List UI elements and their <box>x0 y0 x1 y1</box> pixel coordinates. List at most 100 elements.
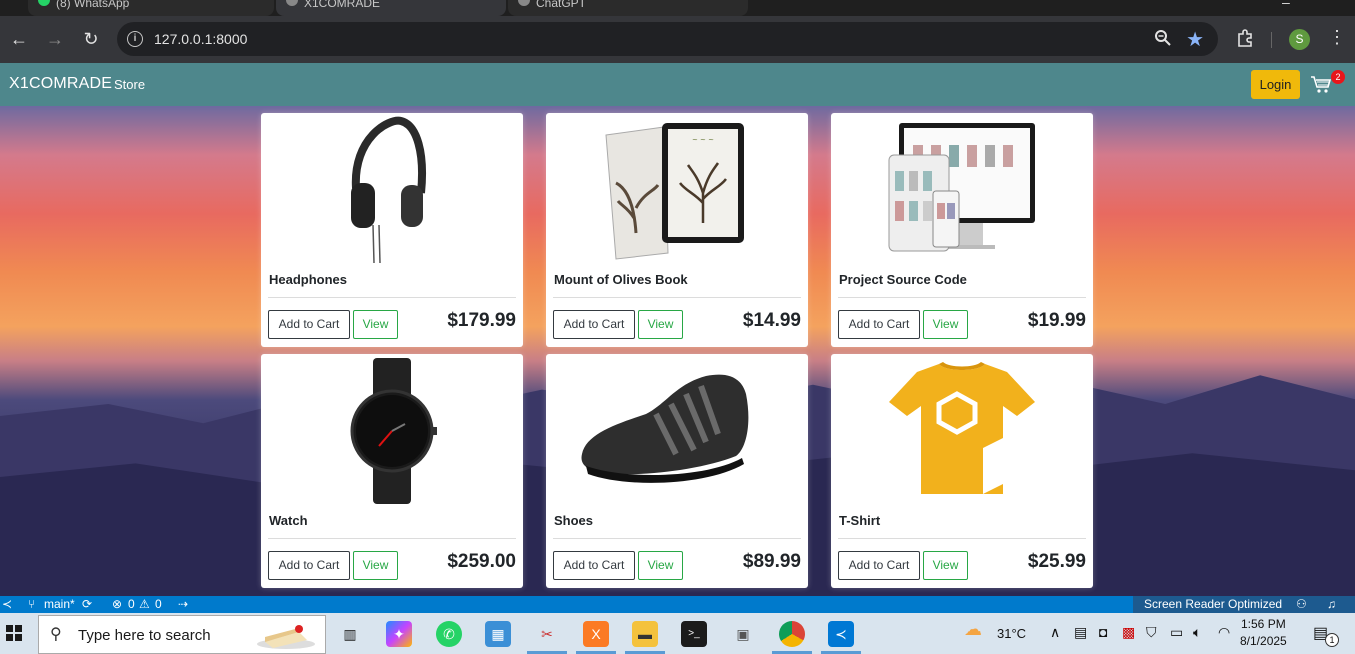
add-to-cart-button[interactable]: Add to Cart <box>838 310 920 339</box>
product-title: T-Shirt <box>839 513 881 528</box>
card-divider <box>838 297 1086 298</box>
product-title: Project Source Code <box>839 272 967 287</box>
taskbar-search[interactable]: ⚲ Type here to search <box>38 615 326 654</box>
copilot-app-icon[interactable]: ✦ <box>386 621 412 647</box>
add-to-cart-button[interactable]: Add to Cart <box>268 310 350 339</box>
branch-icon[interactable]: ⑂ <box>28 597 35 611</box>
profile-avatar[interactable]: S <box>1289 29 1310 50</box>
product-card: Watch Add to Cart View $259.00 <box>261 354 523 588</box>
url-text[interactable]: 127.0.0.1:8000 <box>154 31 247 47</box>
reload-icon[interactable]: ↻ <box>79 27 103 51</box>
vscode-icon[interactable]: ≺ <box>828 621 854 647</box>
extensions-icon[interactable] <box>1236 28 1256 53</box>
address-bar[interactable]: i 127.0.0.1:8000 ★ <box>117 22 1218 56</box>
tab-label: (8) WhatsApp <box>56 0 130 10</box>
error-count[interactable]: 0 <box>128 597 135 611</box>
clock-time: 1:56 PM <box>1241 617 1286 631</box>
shield-icon[interactable]: ⛉ <box>1146 624 1157 641</box>
add-to-cart-button[interactable]: Add to Cart <box>553 310 635 339</box>
store-main: Headphones Add to Cart View $179.99 ~ ~ … <box>0 106 1355 596</box>
remote-desktop-icon[interactable]: ▣ <box>730 621 756 647</box>
product-price: $14.99 <box>742 310 801 331</box>
view-button[interactable]: View <box>353 310 398 339</box>
tab-label: X1COMRADE <box>304 0 381 10</box>
tab-chatgpt[interactable]: ChatGPT <box>508 0 748 16</box>
product-image-source-code <box>831 113 1093 268</box>
sync-icon[interactable]: ⟳ <box>82 597 92 611</box>
volume-icon[interactable]: 🔈︎ <box>1193 624 1201 641</box>
tab-whatsapp[interactable]: (8) WhatsApp <box>28 0 274 16</box>
product-image-book: ~ ~ ~ <box>546 113 808 268</box>
product-title: Shoes <box>554 513 594 528</box>
product-price: $179.99 <box>447 310 516 331</box>
nav-store-link[interactable]: Store <box>114 77 145 92</box>
battery-icon[interactable]: ▭ <box>1170 624 1183 641</box>
screen-reader-status[interactable]: Screen Reader Optimized <box>1144 597 1282 611</box>
remote-icon[interactable]: ≺ <box>2 597 12 611</box>
forward-icon[interactable]: → <box>43 27 67 51</box>
control-panel-icon[interactable]: ▦ <box>485 621 511 647</box>
warning-icon[interactable]: ⚠ <box>139 597 150 611</box>
xampp-icon[interactable]: X <box>583 621 609 647</box>
network-device-icon[interactable]: ▤ <box>1074 624 1087 641</box>
card-divider <box>553 538 801 539</box>
temperature-text[interactable]: 31°C <box>997 626 1026 641</box>
error-icon[interactable]: ⊗ <box>112 597 122 611</box>
add-to-cart-button[interactable]: Add to Cart <box>268 551 350 580</box>
terminal-icon[interactable]: >_ <box>681 621 707 647</box>
whatsapp-icon <box>38 0 50 6</box>
file-explorer-icon[interactable]: ▬ <box>632 621 658 647</box>
weather-icon[interactable]: ☁ <box>964 619 982 640</box>
zoom-icon[interactable] <box>1154 29 1172 52</box>
branch-name[interactable]: main* <box>44 597 75 611</box>
login-button[interactable]: Login <box>1251 70 1300 99</box>
snipping-tool-icon[interactable]: ✂ <box>534 621 560 647</box>
site-navbar: X1COMRADE Store Login 2 <box>0 63 1355 106</box>
windows-start-icon[interactable] <box>6 625 22 641</box>
product-title: Headphones <box>269 272 348 287</box>
add-to-cart-button[interactable]: Add to Cart <box>553 551 635 580</box>
status-right-section: Screen Reader Optimized ⚇ ♫ <box>1133 596 1355 613</box>
product-image-watch <box>261 354 523 509</box>
notification-count-badge: 1 <box>1325 633 1339 647</box>
security-alert-icon[interactable]: ▩ <box>1122 624 1135 641</box>
usb-icon[interactable]: ◘ <box>1099 624 1107 640</box>
product-card: ~ ~ ~ Mount of Olives Book Add to Cart V… <box>546 113 808 347</box>
globe-icon <box>286 0 298 6</box>
copilot-icon[interactable]: ⚇ <box>1296 597 1307 611</box>
view-button[interactable]: View <box>638 310 683 339</box>
product-image-headphones <box>261 113 523 268</box>
whatsapp-app-icon[interactable]: ✆ <box>436 621 462 647</box>
product-card: Headphones Add to Cart View $179.99 <box>261 113 523 347</box>
product-card: Project Source Code Add to Cart View $19… <box>831 113 1093 347</box>
ports-icon[interactable]: ⇢ <box>178 597 188 611</box>
search-icon: ⚲ <box>50 626 62 643</box>
cart-icon[interactable] <box>1310 75 1332 95</box>
view-button[interactable]: View <box>638 551 683 580</box>
browser-toolbar: ← → ↻ i 127.0.0.1:8000 ★ S ⋮ <box>0 16 1355 63</box>
minimize-icon[interactable]: – <box>1282 0 1290 10</box>
bookmark-star-icon[interactable]: ★ <box>1186 27 1204 52</box>
site-info-icon[interactable]: i <box>127 31 143 47</box>
system-clock[interactable]: 1:56 PM 8/1/2025 <box>1240 616 1287 650</box>
cheesecake-icon <box>257 625 315 649</box>
back-icon[interactable]: ← <box>7 27 31 51</box>
view-button[interactable]: View <box>353 551 398 580</box>
task-view-icon[interactable]: ▥ <box>337 621 363 647</box>
svg-text:~ ~ ~: ~ ~ ~ <box>692 136 714 144</box>
warning-count[interactable]: 0 <box>155 597 162 611</box>
chevron-up-icon[interactable]: ∧ <box>1050 624 1060 641</box>
product-price: $19.99 <box>1027 310 1086 331</box>
bell-icon[interactable]: ♫ <box>1327 597 1336 611</box>
site-brand[interactable]: X1COMRADE <box>9 75 112 93</box>
product-card: T-Shirt Add to Cart View $25.99 <box>831 354 1093 588</box>
wifi-icon[interactable]: ◠ <box>1218 624 1230 641</box>
tab-x1comrade[interactable]: X1COMRADE <box>276 0 506 16</box>
menu-kebab-icon[interactable]: ⋮ <box>1328 27 1346 48</box>
search-placeholder[interactable]: Type here to search <box>78 627 211 644</box>
view-button[interactable]: View <box>923 551 968 580</box>
view-button[interactable]: View <box>923 310 968 339</box>
add-to-cart-button[interactable]: Add to Cart <box>838 551 920 580</box>
windows-taskbar: ⚲ Type here to search ▥ ✦ ✆ ▦ ✂ X ▬ >_ ▣… <box>0 613 1355 654</box>
chrome-icon[interactable] <box>779 621 805 647</box>
